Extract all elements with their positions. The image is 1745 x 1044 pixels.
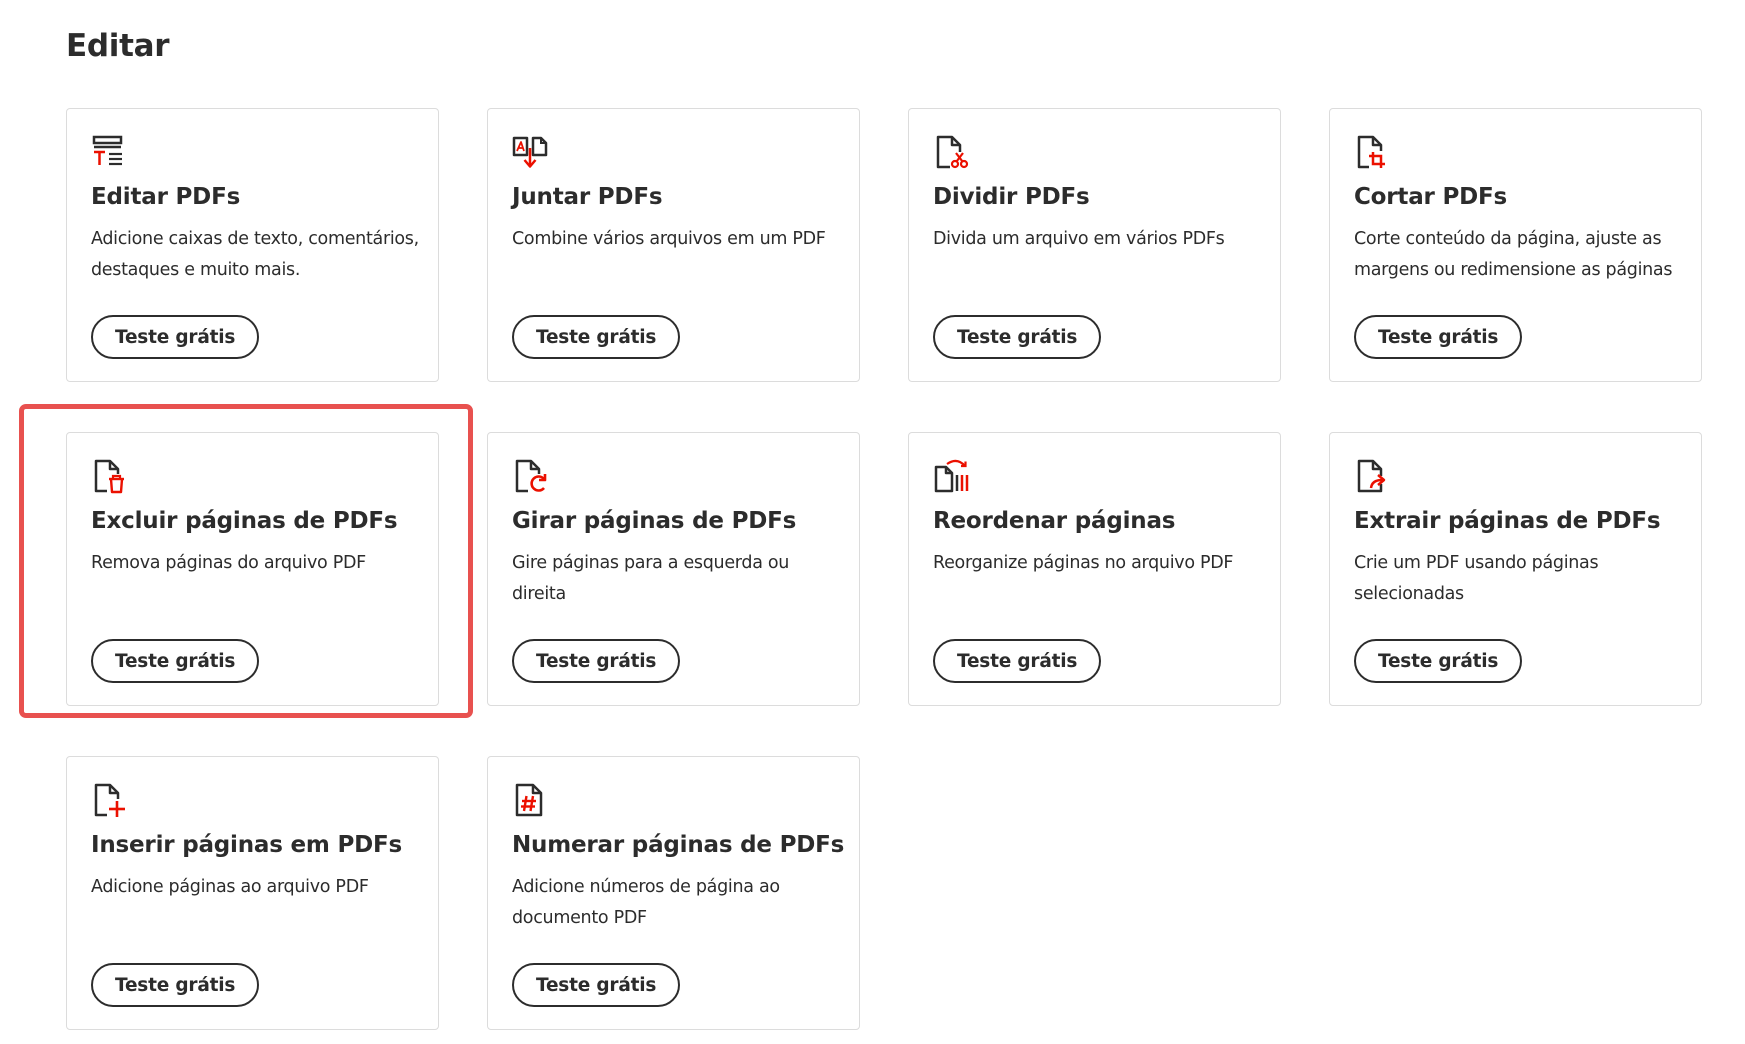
tool-card-crop-pdf[interactable]: Cortar PDFs Corte conteúdo da página, aj… bbox=[1329, 108, 1702, 382]
card-description: Gire páginas para a esquerda ou direita bbox=[512, 553, 790, 604]
card-description: Combine vários arquivos em um PDF bbox=[512, 229, 826, 249]
edit-pdf-icon bbox=[92, 135, 123, 166]
section-title: Editar bbox=[66, 28, 170, 64]
card-description: Divida um arquivo em vários PDFs bbox=[933, 229, 1225, 249]
card-title: Cortar PDFs bbox=[1354, 184, 1508, 210]
tool-card-edit-pdf[interactable]: Editar PDFs Adicione caixas de texto, co… bbox=[66, 108, 439, 382]
free-trial-button[interactable]: Teste grátis bbox=[512, 639, 681, 683]
free-trial-button[interactable]: Teste grátis bbox=[512, 315, 681, 359]
tool-card-rotate-pages[interactable]: Girar páginas de PDFs Gire páginas para … bbox=[487, 432, 860, 706]
card-description: Reorganize páginas no arquivo PDF bbox=[933, 553, 1234, 573]
free-trial-button[interactable]: Teste grátis bbox=[933, 315, 1102, 359]
card-title: Excluir páginas de PDFs bbox=[91, 508, 398, 534]
reorder-pages-icon bbox=[934, 459, 969, 493]
card-title: Numerar páginas de PDFs bbox=[512, 832, 845, 858]
rotate-pages-icon bbox=[515, 459, 547, 493]
split-pdf-icon bbox=[936, 135, 969, 169]
free-trial-button[interactable]: Teste grátis bbox=[91, 963, 260, 1007]
tool-card-delete-pages[interactable]: Excluir páginas de PDFs Remova páginas d… bbox=[66, 432, 439, 706]
tool-card-extract-pages[interactable]: Extrair páginas de PDFs Crie um PDF usan… bbox=[1329, 432, 1702, 706]
card-title: Dividir PDFs bbox=[933, 184, 1090, 210]
free-trial-button[interactable]: Teste grátis bbox=[933, 639, 1102, 683]
card-description: Adicione páginas ao arquivo PDF bbox=[91, 877, 369, 897]
tool-card-split-pdf[interactable]: Dividir PDFs Divida um arquivo em vários… bbox=[908, 108, 1281, 382]
card-title: Editar PDFs bbox=[91, 184, 241, 210]
delete-pages-icon bbox=[94, 459, 124, 494]
card-title: Reordenar páginas bbox=[933, 508, 1176, 534]
tools-grid: Editar PDFs Adicione caixas de texto, co… bbox=[66, 108, 1702, 1030]
free-trial-button[interactable]: Teste grátis bbox=[1354, 639, 1523, 683]
number-pages-icon bbox=[515, 783, 543, 817]
card-title: Girar páginas de PDFs bbox=[512, 508, 797, 534]
combine-pdf-icon bbox=[512, 136, 548, 168]
tool-card-combine-pdf[interactable]: Juntar PDFs Combine vários arquivos em u… bbox=[487, 108, 860, 382]
free-trial-button[interactable]: Teste grátis bbox=[91, 315, 260, 359]
card-description: Corte conteúdo da página, ajuste as marg… bbox=[1354, 229, 1673, 280]
card-description: Crie um PDF usando páginas selecionadas bbox=[1354, 553, 1599, 604]
card-title: Inserir páginas em PDFs bbox=[91, 832, 403, 858]
free-trial-button[interactable]: Teste grátis bbox=[91, 639, 260, 683]
free-trial-button[interactable]: Teste grátis bbox=[1354, 315, 1523, 359]
extract-pages-icon bbox=[1357, 459, 1386, 493]
tool-card-number-pages[interactable]: Numerar páginas de PDFs Adicione números… bbox=[487, 756, 860, 1030]
tool-card-insert-pages[interactable]: Inserir páginas em PDFs Adicione páginas… bbox=[66, 756, 439, 1030]
card-description: Adicione caixas de texto, comentários, d… bbox=[91, 229, 419, 280]
card-description: Remova páginas do arquivo PDF bbox=[91, 553, 366, 573]
insert-pages-icon bbox=[94, 783, 125, 817]
tool-card-reorder-pages[interactable]: Reordenar páginas Reorganize páginas no … bbox=[908, 432, 1281, 706]
crop-pdf-icon bbox=[1357, 135, 1385, 169]
free-trial-button[interactable]: Teste grátis bbox=[512, 963, 681, 1007]
card-title: Extrair páginas de PDFs bbox=[1354, 508, 1661, 534]
card-description: Adicione números de página ao documento … bbox=[512, 877, 780, 928]
card-title: Juntar PDFs bbox=[512, 184, 663, 210]
